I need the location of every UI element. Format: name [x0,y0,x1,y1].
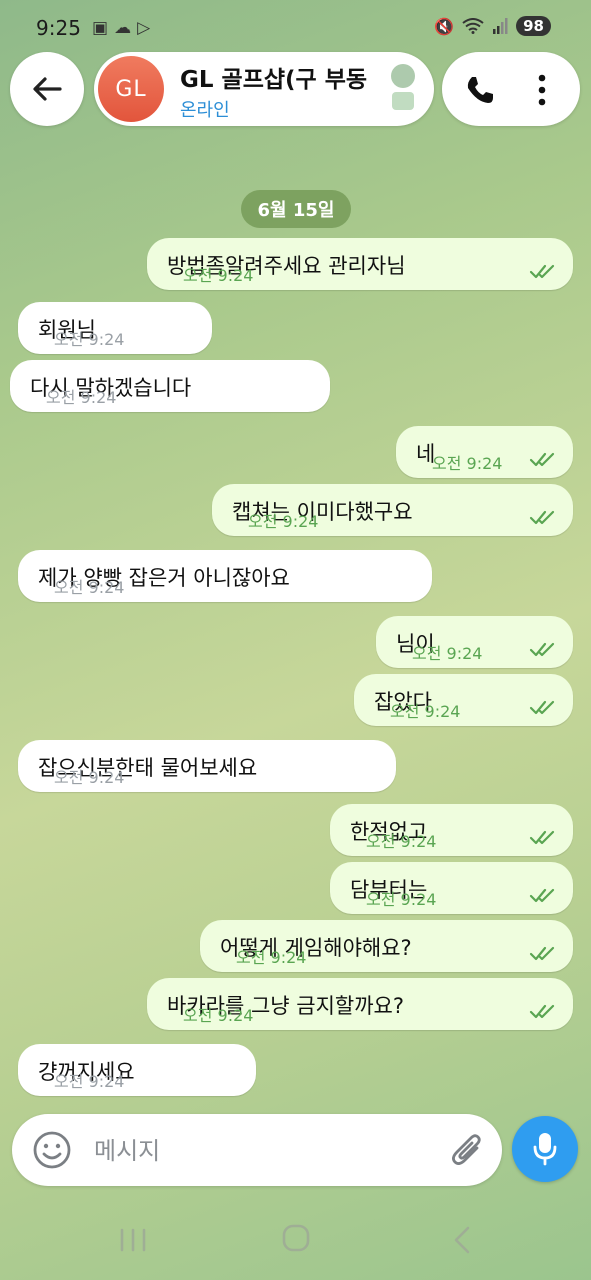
double-check-icon [529,830,555,845]
message-composer [12,1114,502,1186]
message-bubble[interactable]: 담부터는 오전 9:24 [330,862,573,914]
chat-title: GL 골프샵(구 부동 [180,67,368,93]
message-bubble[interactable]: 바카라를 그냥 금지할까요? 오전 9:24 [147,978,573,1030]
message-bubble[interactable]: 다시 말하겠습니다 오전 9:24 [10,360,330,412]
battery-indicator: 98 [516,16,551,36]
play-icon: ▷ [137,18,157,38]
message-bubble[interactable]: 잡으신분한태 물어보세요 오전 9:24 [18,740,396,792]
double-check-icon [529,700,555,715]
message-bubble[interactable]: 잡았다 오전 9:24 [354,674,573,726]
message-bubble[interactable]: 님이 오전 9:24 [376,616,573,668]
status-time: 9:25 [36,16,81,40]
chat-status: 온라인 [180,100,230,121]
wifi-icon [462,18,484,34]
golf-logo-icon [391,64,415,110]
system-nav-bar [0,1200,591,1280]
message-time: 오전 9:24 [54,578,125,597]
message-bubble[interactable]: 한적없고 오전 9:24 [330,804,573,856]
cloud-icon: ☁ [114,18,138,38]
message-time: 오전 9:24 [236,948,307,967]
message-time: 오전 9:24 [54,768,125,787]
more-vert-icon[interactable] [530,72,554,108]
double-check-icon [529,888,555,903]
message-time: 오전 9:24 [183,1006,254,1025]
message-bubble[interactable]: 방법좀알려주세요 관리자님 오전 9:24 [147,238,573,290]
nav-back-icon[interactable] [452,1226,472,1254]
message-time: 오전 9:24 [412,644,483,663]
message-time: 오전 9:24 [46,388,117,407]
message-input[interactable] [92,1130,426,1172]
chat-info[interactable]: GL GL 골프샵(구 부동 온라인 [94,52,434,126]
date-separator: 6월 15일 [241,190,351,228]
screenshot-icon: ▣ [92,18,115,38]
message-bubble[interactable]: 캡쳐는 이미다했구요 오전 9:24 [212,484,573,536]
message-time: 오전 9:24 [54,330,125,349]
message-time: 오전 9:24 [183,266,254,285]
double-check-icon [529,946,555,961]
double-check-icon [529,452,555,467]
mute-icon: 🔇 [434,16,455,36]
double-check-icon [529,642,555,657]
avatar[interactable]: GL [98,56,164,122]
chat-header: GL GL 골프샵(구 부동 온라인 [0,50,591,130]
emoji-icon[interactable] [32,1130,72,1170]
message-time: 오전 9:24 [366,832,437,851]
message-time: 오전 9:24 [390,702,461,721]
double-check-icon [529,510,555,525]
back-button[interactable] [10,52,84,126]
chat-actions [442,52,580,126]
status-bar: 9:25 ▣☁▷ 🔇 98 [0,0,591,56]
message-time: 오전 9:24 [248,512,319,531]
double-check-icon [529,264,555,279]
signal-icon [493,18,508,34]
microphone-icon [533,1133,557,1166]
message-bubble[interactable]: 회원님 오전 9:24 [18,302,212,354]
message-time: 오전 9:24 [54,1072,125,1091]
double-check-icon [529,1004,555,1019]
message-bubble[interactable]: 제가 양빵 잡은거 아니잖아요 오전 9:24 [18,550,432,602]
phone-icon[interactable] [464,74,496,106]
microphone-button[interactable] [512,1116,578,1182]
home-icon[interactable] [282,1224,310,1252]
message-bubble[interactable]: 네 오전 9:24 [396,426,573,478]
message-time: 오전 9:24 [432,454,503,473]
arrow-left-icon [33,77,62,101]
recent-apps-icon[interactable] [118,1228,148,1252]
message-time: 오전 9:24 [366,890,437,909]
message-bubble[interactable]: 걍꺼지세요 오전 9:24 [18,1044,256,1096]
paperclip-icon[interactable] [450,1130,486,1170]
message-bubble[interactable]: 어떻게 게임해야해요? 오전 9:24 [200,920,573,972]
